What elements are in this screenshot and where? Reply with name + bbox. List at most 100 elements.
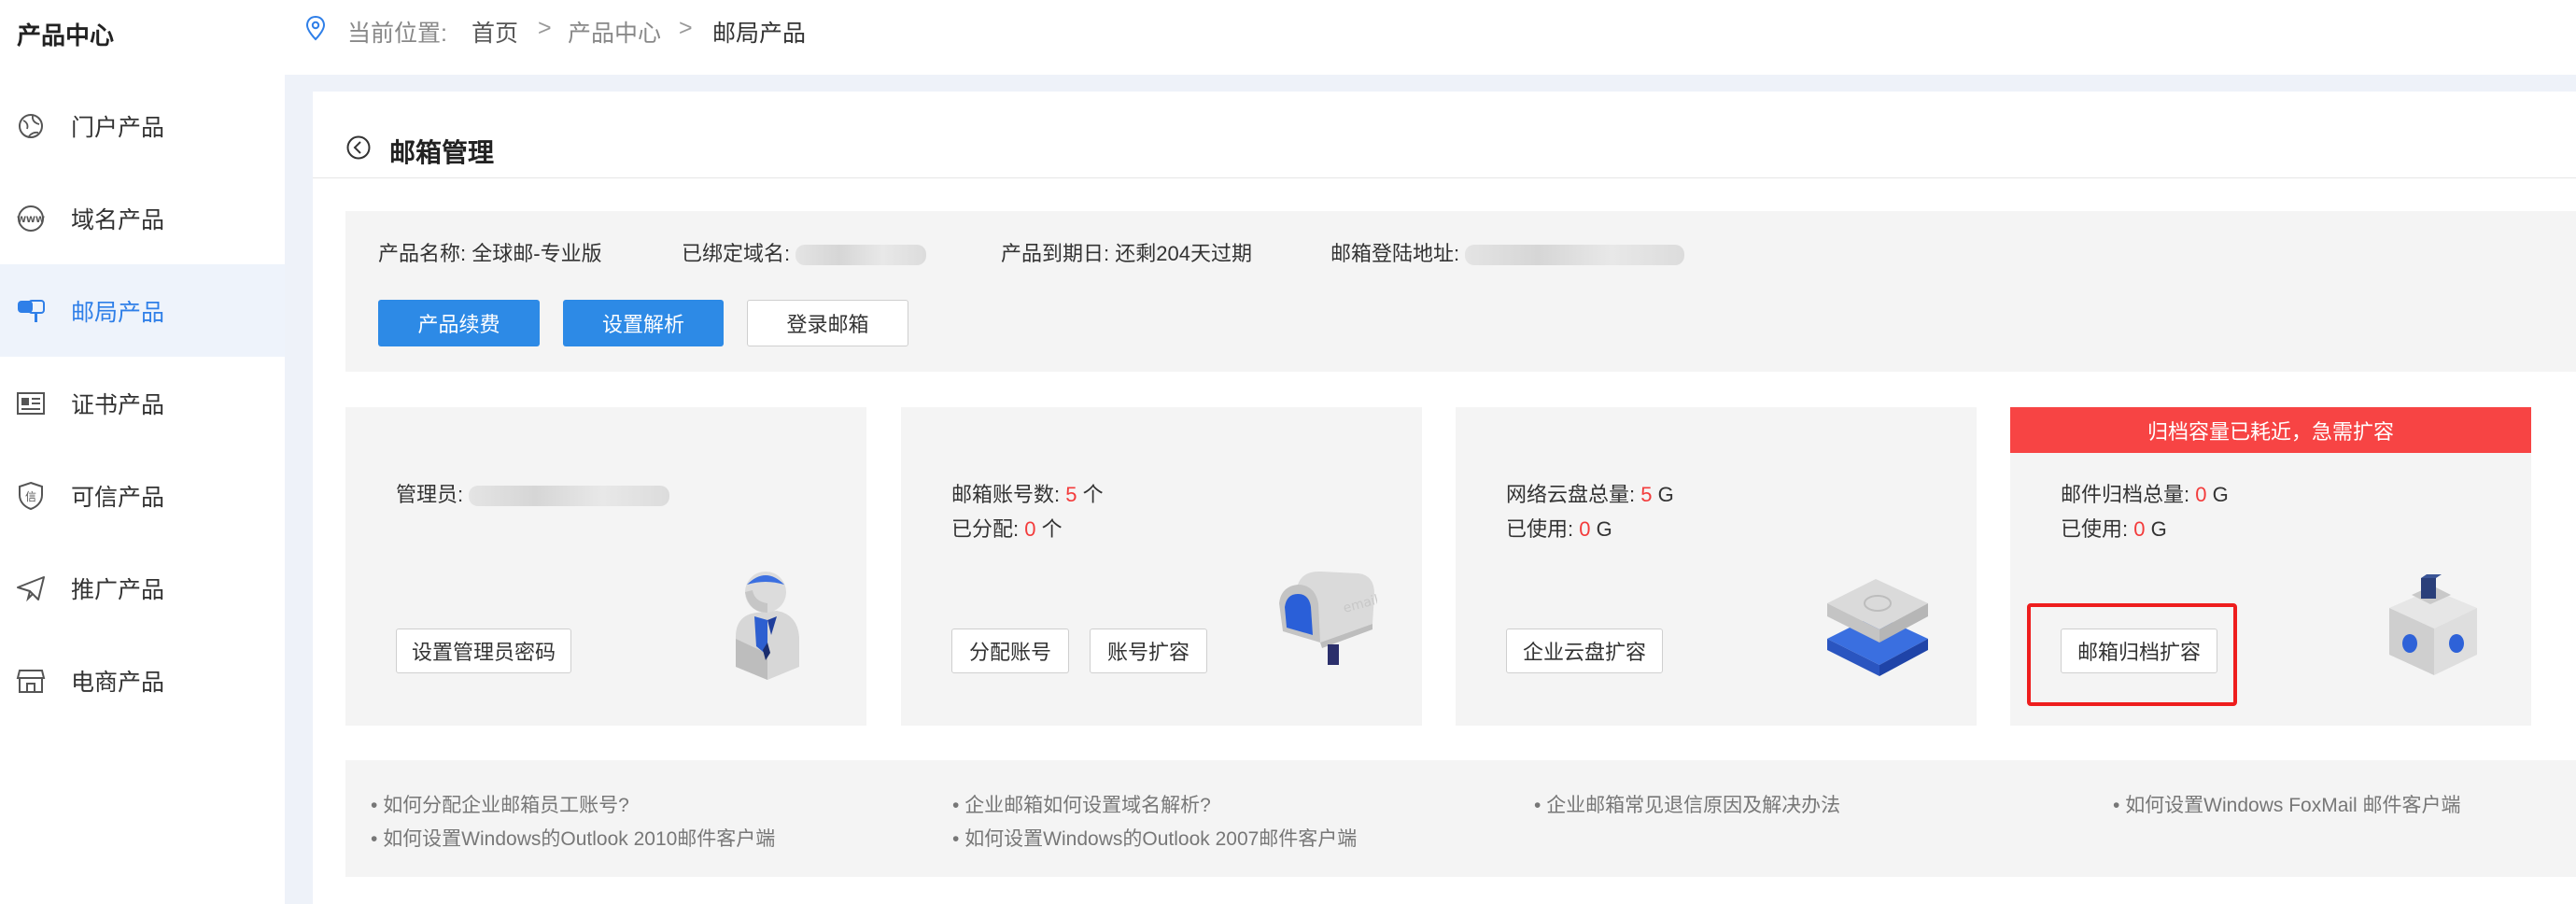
location-pin-icon [305,15,326,46]
redacted-value [1465,245,1685,266]
breadcrumb-home[interactable]: 首页 [472,15,518,49]
www-icon: WWW [15,203,47,234]
cloud-used-label: 已使用: [1506,517,1574,541]
faq-link-text: 如何设置Windows FoxMail 邮件客户端 [2125,795,2461,816]
svg-text:WWW: WWW [17,216,45,225]
cloud-used-line: 已使用: 0 G [1506,513,1612,543]
faq-link[interactable]: • 企业邮箱如何设置域名解析? [952,790,1211,818]
archive-alert-banner: 归档容量已耗近，急需扩容 [2010,407,2531,453]
bound-domain-label: 已绑定域名: [682,242,791,265]
expire-label: 产品到期日: [1001,242,1110,265]
cloud-total-label: 网络云盘总量: [1506,483,1636,506]
sidebar-item-certificate[interactable]: 证书产品 [0,357,285,449]
redacted-value [795,245,927,266]
sidebar-item-label: 证书产品 [71,391,165,418]
sidebar-item-promotion[interactable]: 推广产品 [0,542,285,634]
breadcrumb-separator: > [538,15,552,41]
paper-plane-icon [15,572,47,604]
product-info: 产品名称: 全球邮-专业版 已绑定域名: 产品到期日: 还剩204天过期 邮箱登… [345,211,2576,372]
sidebar-item-trusted[interactable]: 信 可信产品 [0,449,285,542]
cloud-total-value: 5 [1640,483,1653,506]
mailbox-illustration-icon: email [1270,566,1380,673]
mailbox-icon [15,295,47,327]
assigned-unit: 个 [1041,517,1063,541]
sidebar-item-label: 推广产品 [71,576,165,603]
admin-line: 管理员: [396,478,670,508]
account-count-label: 邮箱账号数: [951,483,1061,506]
product-name-value: 全球邮-专业版 [472,242,602,265]
main-panel: 邮箱管理 产品名称: 全球邮-专业版 已绑定域名: 产品到期日: 还剩204天过… [313,92,2576,904]
archive-used-label: 已使用: [2061,517,2129,541]
expire-value: 还剩204天过期 [1115,242,1252,265]
expire-date: 产品到期日: 还剩204天过期 [1001,237,1252,267]
expand-cloud-button[interactable]: 企业云盘扩容 [1506,629,1663,673]
login-address-label: 邮箱登陆地址: [1330,242,1460,265]
svg-text:信: 信 [25,490,36,503]
login-mailbox-button[interactable]: 登录邮箱 [747,300,908,346]
product-name-label: 产品名称: [378,242,467,265]
admin-label: 管理员: [396,483,464,506]
sidebar: 产品中心 门户产品 WWW 域名产品 邮局产品 证书产品 信 可信产品 推广产品… [0,0,285,904]
cloud-card: 网络云盘总量: 5 G 已使用: 0 G 企业云盘扩容 [1456,407,1977,726]
sidebar-item-mail[interactable]: 邮局产品 [0,264,285,357]
back-icon[interactable] [345,134,372,165]
panel-header: 邮箱管理 [313,92,2576,178]
faq-section: • 如何分配企业邮箱员工账号? • 如何设置Windows的Outlook 20… [345,760,2576,877]
faq-link-text: 企业邮箱常见退信原因及解决办法 [1546,795,1841,816]
dns-settings-button[interactable]: 设置解析 [563,300,724,346]
faq-link[interactable]: • 如何设置Windows的Outlook 2007邮件客户端 [952,824,1357,852]
sidebar-item-domain[interactable]: WWW 域名产品 [0,172,285,264]
breadcrumb-prefix: 当前位置: [347,21,447,47]
sidebar-title: 产品中心 [17,21,115,49]
account-count-line: 邮箱账号数: 5 个 [951,478,1104,508]
globe-icon [15,110,47,142]
sidebar-item-label: 邮局产品 [71,299,165,326]
set-admin-password-button[interactable]: 设置管理员密码 [396,629,571,673]
breadcrumb: 当前位置: 首页 > 产品中心 > 邮局产品 [285,0,2576,75]
archive-used-value: 0 [2133,517,2146,541]
faq-link[interactable]: • 企业邮箱常见退信原因及解决办法 [1534,790,1840,818]
login-address: 邮箱登陆地址: [1330,237,1685,267]
page-title: 邮箱管理 [389,138,495,167]
faq-link-text: 企业邮箱如何设置域名解析? [964,795,1211,816]
archive-total-unit: G [2212,483,2229,506]
sidebar-item-ecommerce[interactable]: 电商产品 [0,634,285,727]
expand-archive-button[interactable]: 邮箱归档扩容 [2061,629,2217,673]
admin-user-icon [719,564,812,685]
redacted-value [469,486,670,507]
accounts-card: 邮箱账号数: 5 个 已分配: 0 个 分配账号 账号扩容 email [901,407,1422,726]
archive-total-line: 邮件归档总量: 0 G [2061,478,2229,508]
faq-link-text: 如何设置Windows的Outlook 2007邮件客户端 [964,828,1358,850]
faq-link[interactable]: • 如何分配企业邮箱员工账号? [371,790,629,818]
renew-button[interactable]: 产品续费 [378,300,540,346]
cloud-storage-icon [1820,575,1936,687]
shield-icon: 信 [15,480,47,512]
archive-total-label: 邮件归档总量: [2061,483,2190,506]
faq-link[interactable]: • 如何设置Windows的Outlook 2010邮件客户端 [371,824,775,852]
assigned-label: 已分配: [951,517,1020,541]
archive-used-unit: G [2150,517,2167,541]
breadcrumb-product-center[interactable]: 产品中心 [568,15,661,49]
assign-account-button[interactable]: 分配账号 [951,629,1069,673]
archive-total-value: 0 [2195,483,2207,506]
breadcrumb-current: 邮局产品 [712,21,807,47]
sidebar-item-portal[interactable]: 门户产品 [0,79,285,172]
archive-card: 归档容量已耗近，急需扩容 邮件归档总量: 0 G 已使用: 0 G 邮箱归档扩容 [2010,407,2531,726]
faq-link[interactable]: • 如何设置Windows FoxMail 邮件客户端 [2113,790,2461,818]
faq-link-text: 如何分配企业邮箱员工账号? [383,795,629,816]
certificate-icon [15,388,47,419]
cloud-total-line: 网络云盘总量: 5 G [1506,478,1674,508]
breadcrumb-separator: > [679,15,693,41]
expand-accounts-button[interactable]: 账号扩容 [1090,629,1207,673]
admin-card: 管理员: 设置管理员密码 [345,407,866,726]
assigned-line: 已分配: 0 个 [951,513,1063,543]
faq-link-text: 如何设置Windows的Outlook 2010邮件客户端 [383,828,776,850]
product-name: 产品名称: 全球邮-专业版 [378,237,602,267]
cloud-used-value: 0 [1579,517,1591,541]
cloud-used-unit: G [1596,517,1612,541]
sidebar-item-label: 电商产品 [71,669,165,696]
shop-icon [15,665,47,697]
sidebar-item-label: 可信产品 [71,484,165,511]
cloud-total-unit: G [1657,483,1674,506]
sidebar-item-label: 域名产品 [71,206,165,233]
